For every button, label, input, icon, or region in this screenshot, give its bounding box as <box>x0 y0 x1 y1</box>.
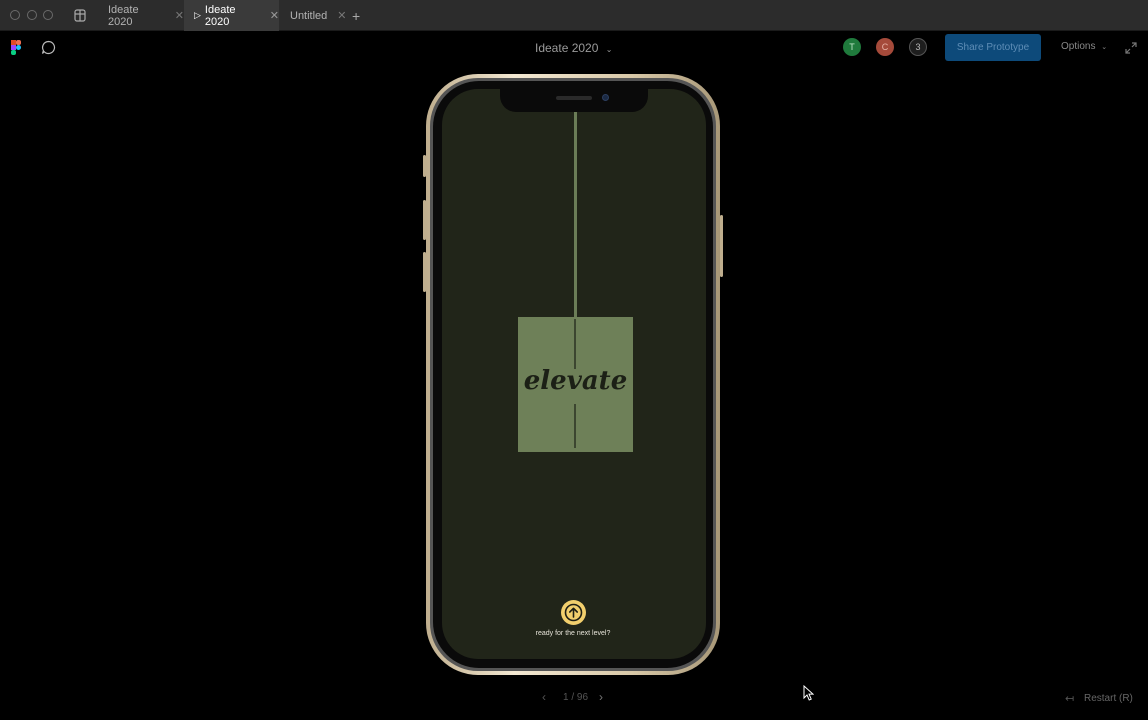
close-window-button[interactable] <box>10 10 20 20</box>
play-icon: ▷ <box>194 10 201 20</box>
avatar[interactable]: T <box>843 38 861 56</box>
page-indicator: 1 / 96 <box>563 692 589 703</box>
options-label: Options <box>1061 41 1096 52</box>
close-icon[interactable]: ✕ <box>175 9 184 22</box>
power-button <box>720 215 723 277</box>
tab-label: Ideate 2020 <box>204 3 236 28</box>
new-tab-button[interactable]: + <box>352 0 360 31</box>
card-rope-bottom <box>574 404 576 448</box>
hanging-rope <box>574 112 577 320</box>
tab-untitled[interactable]: Untitled ✕ <box>280 0 347 31</box>
comment-icon[interactable] <box>41 40 56 55</box>
file-title[interactable]: Ideate 2020 ⌄ <box>535 41 612 55</box>
tab-label: Ideate 2020 <box>108 3 139 28</box>
next-frame-icon[interactable]: › <box>599 690 603 704</box>
elevate-heading: elevate <box>523 366 628 396</box>
chevron-down-icon: ⌄ <box>1101 44 1108 51</box>
tab-ideate-2020[interactable]: Ideate 2020 ✕ <box>98 0 184 31</box>
restart-button[interactable]: Restart (R) <box>1084 693 1133 704</box>
expand-icon[interactable] <box>1125 41 1137 54</box>
avatar[interactable]: C <box>876 38 894 56</box>
options-menu[interactable]: Options ⌄ <box>1061 41 1107 52</box>
close-icon[interactable]: ✕ <box>337 9 346 22</box>
figma-home-icon[interactable] <box>74 9 86 22</box>
arrow-up-icon <box>564 603 583 622</box>
tab-ideate-2020-prototype[interactable]: ▷ Ideate 2020 ✕ <box>184 0 279 31</box>
mouse-cursor-icon <box>803 684 815 706</box>
restart-arrow-icon[interactable]: ↤ <box>1065 692 1074 705</box>
figma-logo-icon[interactable] <box>11 40 21 55</box>
tab-bar: Ideate 2020 ✕ ▷ Ideate 2020 ✕ Untitled ✕… <box>0 0 1148 31</box>
tab-label: Untitled <box>290 9 328 22</box>
next-level-caption: ready for the next level? <box>535 630 611 637</box>
phone-notch <box>500 89 648 112</box>
maximize-window-button[interactable] <box>43 10 53 20</box>
next-level-button[interactable] <box>561 600 586 625</box>
file-title-label: Ideate 2020 <box>535 41 599 55</box>
more-collaborators-badge[interactable]: 3 <box>909 38 927 56</box>
minimize-window-button[interactable] <box>27 10 37 20</box>
close-icon[interactable]: ✕ <box>270 9 279 22</box>
camera <box>602 94 609 101</box>
share-prototype-button[interactable]: Share Prototype <box>945 34 1041 61</box>
speaker <box>556 96 592 100</box>
chevron-down-icon: ⌄ <box>605 45 613 54</box>
previous-frame-icon[interactable]: ‹ <box>542 690 546 704</box>
card-rope-top <box>574 319 576 369</box>
